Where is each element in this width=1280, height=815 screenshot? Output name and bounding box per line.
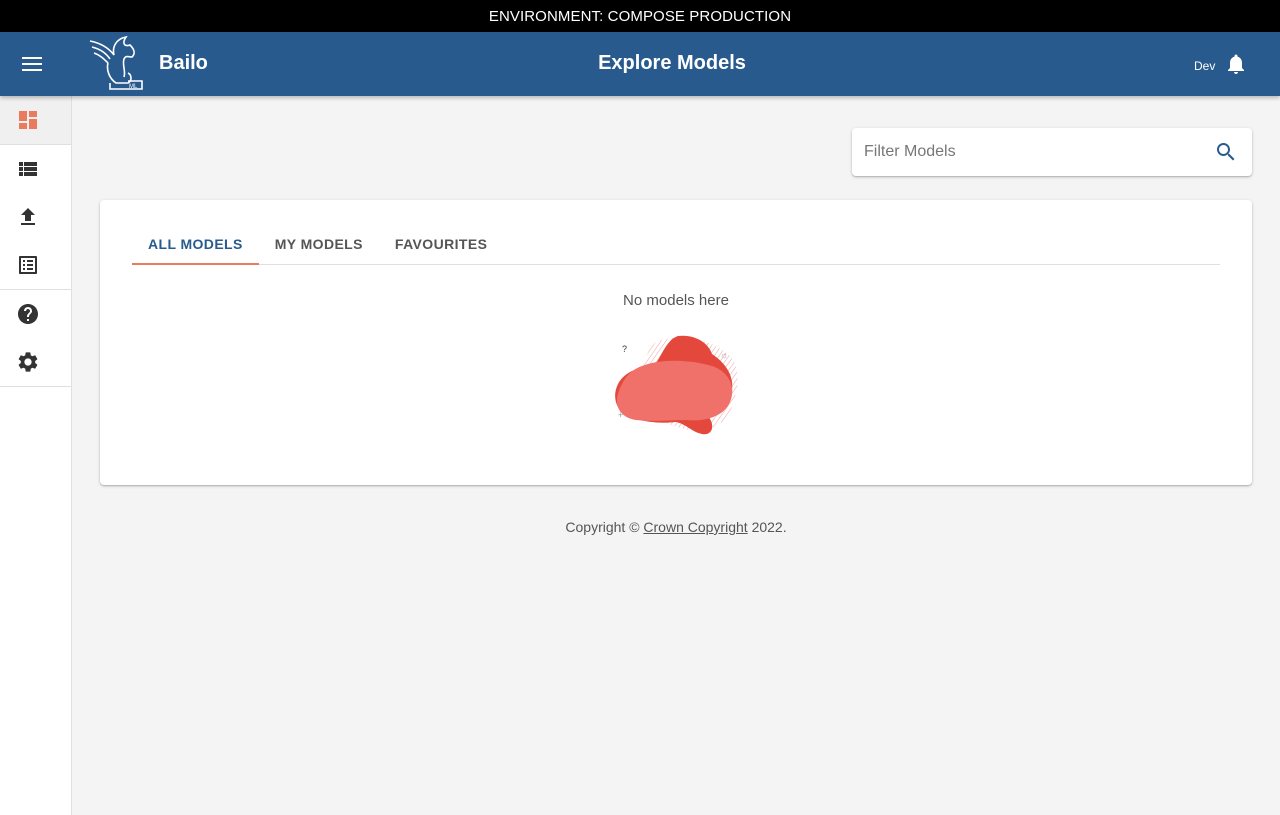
bell-icon	[1228, 54, 1244, 74]
sidebar-item-dashboard[interactable]	[0, 96, 71, 144]
sidebar-item-upload[interactable]	[0, 193, 71, 241]
dashboard-icon	[19, 111, 37, 129]
tab-all-models[interactable]: ALL MODELS	[132, 224, 259, 265]
crown-copyright-link[interactable]: Crown Copyright	[643, 519, 747, 535]
sidebar-item-help[interactable]	[0, 290, 71, 338]
settings-icon	[18, 352, 38, 372]
svg-text:☼: ☼	[720, 350, 728, 360]
footer: Copyright © Crown Copyright 2022.	[72, 519, 1280, 535]
list-icon	[19, 162, 37, 176]
copyright-prefix: Copyright ©	[565, 519, 640, 535]
search-button[interactable]	[1214, 140, 1238, 164]
sidebar-item-reviews[interactable]	[0, 241, 71, 289]
sidebar-item-settings[interactable]	[0, 338, 71, 386]
environment-banner: ENVIRONMENT: COMPOSE PRODUCTION	[0, 0, 1280, 32]
upload-icon	[21, 208, 35, 225]
models-card: ALL MODELS MY MODELS FAVOURITES No model…	[100, 200, 1252, 485]
sidebar-item-models-list[interactable]	[0, 145, 71, 193]
hamburger-menu-icon	[22, 57, 42, 71]
pegasus-logo-icon: ML	[89, 35, 143, 90]
filter-models-input[interactable]	[864, 143, 1194, 161]
search-icon	[1217, 143, 1235, 161]
copyright-year: 2022.	[751, 519, 787, 535]
help-icon	[18, 304, 38, 324]
brand-name[interactable]: Bailo	[159, 52, 208, 75]
svg-text:?: ?	[622, 344, 627, 354]
bailo-logo[interactable]: ML	[86, 32, 146, 96]
empty-blob-illustration: ? ☼ +	[615, 335, 738, 435]
review-list-icon	[19, 256, 37, 274]
empty-state-message: No models here	[623, 292, 729, 309]
model-tabs: ALL MODELS MY MODELS FAVOURITES	[132, 224, 1220, 265]
notifications-button[interactable]	[1224, 52, 1248, 76]
sidebar	[0, 96, 72, 815]
tab-my-models[interactable]: MY MODELS	[259, 224, 379, 264]
app-bar: ML Bailo Explore Models Dev	[0, 32, 1280, 96]
filter-models-search	[852, 128, 1252, 176]
sidebar-divider	[0, 386, 71, 387]
svg-text:+: +	[618, 410, 623, 420]
tab-favourites[interactable]: FAVOURITES	[379, 224, 503, 264]
menu-button[interactable]	[14, 46, 50, 82]
user-label[interactable]: Dev	[1194, 59, 1215, 73]
svg-text:ML: ML	[129, 84, 138, 90]
